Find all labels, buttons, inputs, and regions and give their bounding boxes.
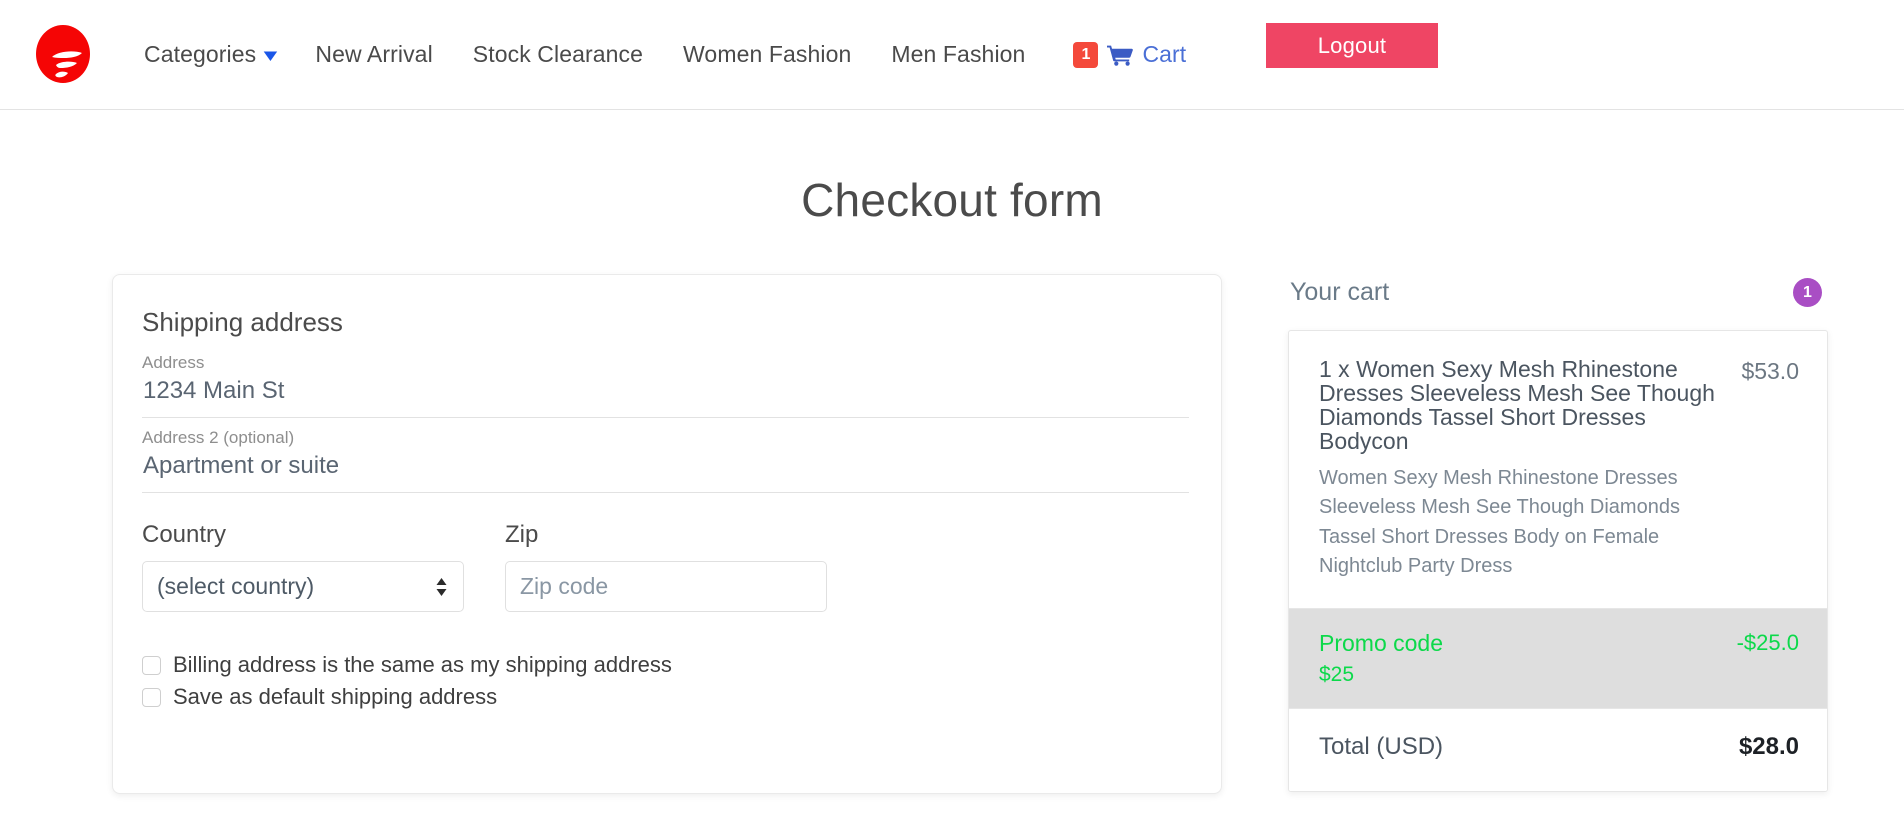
promo-code-text: Promo code $25 (1319, 630, 1443, 687)
main-nav: Categories ▾ New Arrival Stock Clearance… (132, 0, 1186, 109)
billing-same-checkbox[interactable] (142, 655, 161, 675)
brand-logo-icon[interactable] (34, 24, 92, 86)
billing-same-label: Billing address is the same as my shippi… (173, 652, 672, 677)
cart-line-item-title: 1 x Women Sexy Mesh Rhinestone Dresses S… (1319, 356, 1715, 455)
zip-input[interactable] (505, 561, 827, 612)
nav-label-women-fashion: Women Fashion (683, 41, 852, 67)
nav-label-new-arrival: New Arrival (315, 41, 433, 67)
nav-label-stock-clearance: Stock Clearance (472, 41, 644, 67)
shopping-cart-icon (1107, 45, 1134, 66)
country-label: Country (142, 521, 227, 548)
promo-code-title: Promo code (1319, 629, 1444, 656)
save-default-label: Save as default shipping address (173, 684, 498, 709)
shipping-address-heading: Shipping address (142, 307, 343, 337)
save-default-row[interactable]: Save as default shipping address (142, 684, 1189, 710)
billing-same-row[interactable]: Billing address is the same as my shippi… (142, 652, 1189, 678)
nav-item-men-fashion[interactable]: Men Fashion (871, 41, 1045, 68)
cart-summary-header: Your cart 1 (1288, 278, 1828, 307)
address-input[interactable] (142, 377, 1189, 418)
page-title: Checkout form (801, 174, 1103, 226)
zip-label: Zip (505, 521, 539, 548)
country-zip-row: Country (select country) Zip (142, 521, 1189, 612)
nav-item-new-arrival[interactable]: New Arrival (295, 41, 452, 68)
nav-item-categories[interactable]: Categories ▾ (132, 41, 295, 68)
cart-summary-count-badge: 1 (1793, 278, 1822, 307)
cart-total-value: $28.0 (1738, 732, 1799, 760)
promo-code-discount: -$25.0 (1736, 629, 1799, 655)
nav-item-stock-clearance[interactable]: Stock Clearance (453, 41, 663, 68)
chevron-down-icon: ▾ (264, 45, 277, 64)
address2-input[interactable] (142, 452, 1189, 493)
nav-label-categories: Categories (144, 41, 257, 67)
nav-label-men-fashion: Men Fashion (891, 41, 1026, 67)
cart-count-badge: 1 (1073, 41, 1099, 68)
cart-summary: Your cart 1 1 x Women Sexy Mesh Rhinesto… (1288, 274, 1828, 792)
cart-summary-title: Your cart (1290, 278, 1390, 306)
zip-field-group: Zip (505, 521, 827, 612)
promo-code-row: Promo code $25 -$25.0 (1289, 608, 1827, 709)
address-label: Address (142, 353, 205, 372)
address2-field-group: Address 2 (optional) (142, 428, 1189, 493)
shipping-options: Billing address is the same as my shippi… (142, 652, 1189, 710)
shipping-address-card: Shipping address Address Address 2 (opti… (112, 274, 1222, 794)
cart-line-item-text: 1 x Women Sexy Mesh Rhinestone Dresses S… (1319, 357, 1739, 582)
cart-line-item-price: $53.0 (1741, 358, 1799, 384)
nav-item-women-fashion[interactable]: Women Fashion (663, 41, 871, 68)
cart-total-label: Total (USD) (1319, 732, 1444, 760)
checkout-content: Shipping address Address Address 2 (opti… (0, 274, 1904, 794)
cart-line-item-description: Women Sexy Mesh Rhinestone Dresses Sleev… (1319, 466, 1680, 578)
cart-link[interactable]: 1 Cart (1073, 41, 1186, 68)
country-field-group: Country (select country) (142, 521, 464, 612)
logout-button[interactable]: Logout (1266, 23, 1438, 68)
promo-code-value: $25 (1319, 662, 1355, 686)
cart-item-list: 1 x Women Sexy Mesh Rhinestone Dresses S… (1288, 330, 1828, 792)
cart-total-row: Total (USD) $28.0 (1289, 708, 1827, 791)
cart-line-item: 1 x Women Sexy Mesh Rhinestone Dresses S… (1289, 331, 1827, 609)
cart-label: Cart (1142, 41, 1187, 67)
country-select[interactable]: (select country) (142, 561, 464, 612)
address2-label: Address 2 (optional) (142, 428, 295, 447)
save-default-checkbox[interactable] (142, 687, 161, 707)
site-header: Categories ▾ New Arrival Stock Clearance… (0, 0, 1904, 110)
address-field-group: Address (142, 353, 1189, 418)
